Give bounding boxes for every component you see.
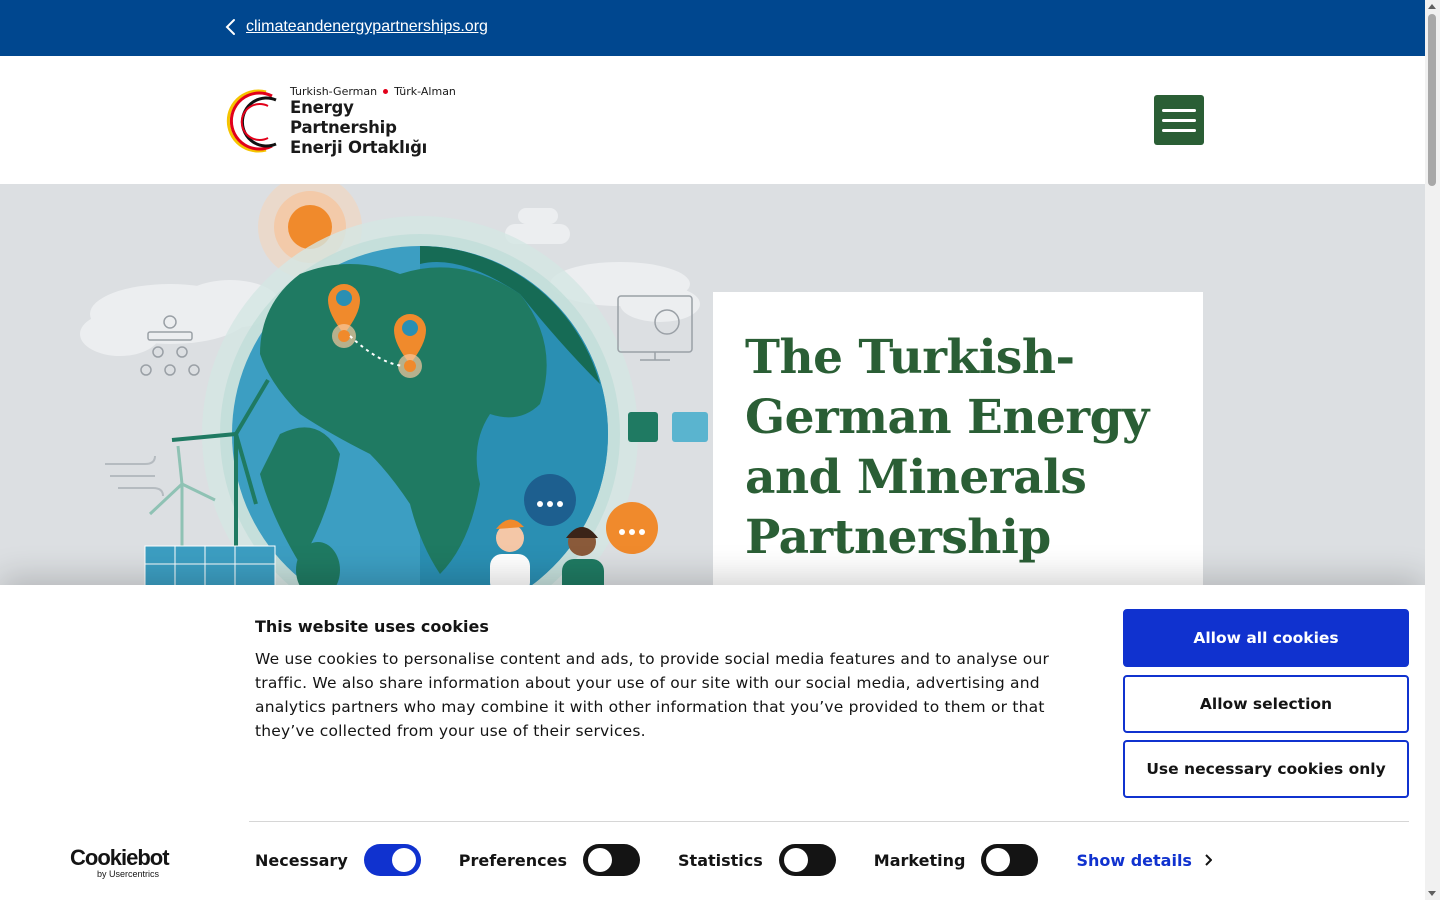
- chevron-left-icon: [225, 19, 235, 35]
- toggle-label-preferences: Preferences: [458, 850, 568, 870]
- marketing-switch[interactable]: [981, 844, 1039, 876]
- globe-illustration: [80, 184, 708, 585]
- toggle-statistics: Statistics: [678, 844, 836, 876]
- top-bar: climateandenergypartnerships.org: [0, 0, 1425, 56]
- hero-section: The Turkish-German Energy and Minerals P…: [0, 184, 1425, 585]
- toggle-label-marketing: Marketing: [873, 850, 966, 870]
- page-scrollbar[interactable]: [1425, 0, 1440, 900]
- toggle-label-statistics: Statistics: [678, 850, 763, 870]
- logo-line-turk-alman: Türk-Alman: [394, 84, 456, 98]
- cookie-divider: [249, 821, 1409, 822]
- logo-line-enerji-ortakligi: Enerji Ortaklığı: [290, 137, 428, 157]
- switch-knob: [783, 848, 808, 872]
- page-title: The Turkish-German Energy and Minerals P…: [745, 330, 1149, 565]
- scrollbar-thumb[interactable]: [1428, 14, 1436, 186]
- cookiebot-brand-name: Cookiebot: [70, 845, 170, 870]
- logo-line-energy-partnership: Energy Partnership: [290, 97, 397, 137]
- necessary-switch[interactable]: [363, 844, 421, 876]
- cookie-consent-banner: This website uses cookies We use cookies…: [0, 585, 1425, 900]
- necessary-cookies-only-button[interactable]: Use necessary cookies only: [1123, 740, 1409, 798]
- back-to-parent-site-link[interactable]: climateandenergypartnerships.org: [222, 16, 488, 38]
- scroll-down-arrow-icon[interactable]: [1428, 891, 1436, 896]
- site-header: Turkish-German Türk-Alman Energy Partners…: [0, 56, 1425, 184]
- toggle-necessary: Necessary: [255, 844, 421, 876]
- back-link-label: climateandenergypartnerships.org: [246, 18, 488, 35]
- show-details-label: Show details: [1076, 850, 1192, 870]
- cookiebot-logo: Cookiebot by Usercentrics: [70, 845, 174, 880]
- switch-knob: [391, 848, 416, 872]
- show-details-link[interactable]: Show details: [1076, 851, 1212, 870]
- hamburger-menu-button[interactable]: [1154, 95, 1204, 145]
- switch-knob: [986, 848, 1011, 872]
- toggle-preferences: Preferences: [458, 844, 641, 876]
- logo-dot: [383, 88, 389, 94]
- preferences-switch[interactable]: [583, 844, 641, 876]
- allow-all-cookies-button[interactable]: Allow all cookies: [1123, 609, 1409, 667]
- hero-title-card: The Turkish-German Energy and Minerals P…: [713, 292, 1203, 585]
- allow-selection-button[interactable]: Allow selection: [1123, 675, 1409, 733]
- toggle-label-necessary: Necessary: [255, 850, 348, 870]
- cookie-category-toggles: Necessary Preferences Statistics Marketi…: [255, 843, 1212, 877]
- logo-line-turkish-german: Turkish-German: [290, 84, 378, 98]
- site-logo[interactable]: Turkish-German Türk-Alman Energy Partners…: [222, 84, 462, 157]
- hamburger-icon-bar: [1162, 118, 1196, 122]
- hamburger-icon-bar: [1162, 128, 1196, 132]
- chevron-right-icon: [1205, 854, 1212, 866]
- hamburger-icon-bar: [1162, 108, 1196, 112]
- cookie-banner-heading: This website uses cookies: [255, 617, 489, 636]
- statistics-switch[interactable]: [778, 844, 836, 876]
- scroll-up-arrow-icon[interactable]: [1428, 4, 1436, 9]
- cookie-banner-body: We use cookies to personalise content an…: [255, 650, 1050, 740]
- switch-knob: [588, 848, 613, 872]
- toggle-marketing: Marketing: [874, 844, 1039, 876]
- cookiebot-brand-sub: by Usercentrics: [97, 869, 160, 879]
- partnership-logo-mark: [226, 89, 277, 153]
